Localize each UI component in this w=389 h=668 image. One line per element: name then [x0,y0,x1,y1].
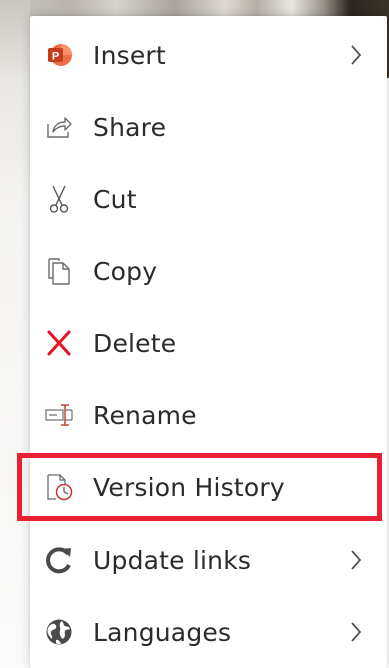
menu-item-label: Share [93,112,167,142]
menu-item-label: Update links [93,545,252,575]
menu-item-copy[interactable]: Copy [30,243,387,299]
chevron-right-icon [347,617,365,647]
scissors-icon [44,184,74,214]
context-menu: P Insert Share Cut Copy Delete Rename Ve… [30,16,387,668]
menu-item-rename[interactable]: Rename [30,387,387,443]
menu-item-label: Insert [93,40,166,70]
share-icon [44,112,74,142]
menu-item-label: Copy [93,256,158,286]
chevron-right-icon [347,545,365,575]
menu-item-languages[interactable]: Languages [30,604,387,660]
refresh-icon [44,545,74,575]
menu-item-insert[interactable]: P Insert [30,27,387,83]
chevron-right-icon [347,40,365,70]
menu-item-label: Rename [93,400,197,430]
svg-text:P: P [52,51,59,63]
copy-icon [44,256,74,286]
menu-item-label: Languages [93,617,232,647]
menu-item-share[interactable]: Share [30,99,387,155]
menu-item-label: Delete [93,328,177,358]
globe-icon [44,617,74,647]
version-history-highlight-box [17,453,382,521]
menu-item-delete[interactable]: Delete [30,315,387,371]
powerpoint-icon: P [44,40,74,70]
menu-item-update-links[interactable]: Update links [30,532,387,588]
background-left-edge [0,0,30,668]
menu-item-label: Cut [93,184,137,214]
delete-x-icon [44,328,74,358]
menu-item-cut[interactable]: Cut [30,171,387,227]
rename-icon [44,400,74,430]
